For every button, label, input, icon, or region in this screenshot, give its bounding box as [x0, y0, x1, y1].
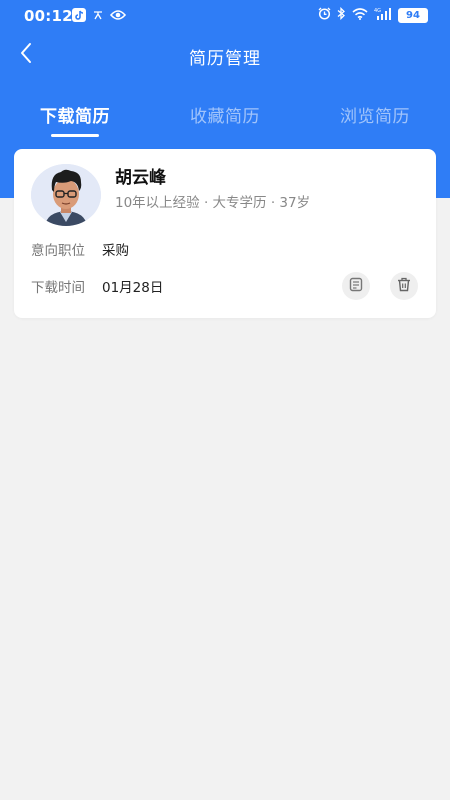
status-bar: 00:12 4G 94 [0, 0, 450, 32]
wifi-icon [352, 7, 368, 24]
status-left-icons [72, 8, 127, 26]
candidate-name: 胡云峰 [115, 168, 166, 188]
tab-bar: 下载简历 收藏简历 浏览简历 [0, 96, 450, 140]
tiktok-icon [72, 8, 86, 26]
alarm-icon [318, 7, 331, 24]
avatar [31, 164, 101, 226]
note-icon [349, 277, 363, 296]
note-button[interactable] [342, 272, 370, 300]
svg-text:4G: 4G [374, 8, 381, 14]
navigation-bar: 简历管理 [0, 32, 450, 78]
intent-position-value: 采购 [102, 243, 129, 259]
tab-label: 下载简历 [40, 107, 110, 127]
page-title: 简历管理 [189, 49, 261, 69]
tab-favorite-resumes[interactable]: 收藏简历 [150, 96, 300, 140]
delete-button[interactable] [390, 272, 418, 300]
download-time-label: 下载时间 [31, 280, 85, 296]
signal-4g-icon: 4G [374, 7, 392, 24]
tab-downloaded-resumes[interactable]: 下载简历 [0, 96, 150, 140]
tab-label: 浏览简历 [340, 107, 410, 127]
chinese-input-icon [92, 9, 104, 25]
resume-card[interactable]: 胡云峰 10年以上经验 · 大专学历 · 37岁 意向职位 采购 下载时间 01… [14, 149, 436, 318]
intent-position-label: 意向职位 [31, 243, 85, 259]
download-time-value: 01月28日 [102, 280, 164, 296]
battery-indicator: 94 [398, 8, 428, 23]
status-right-icons: 4G 94 [318, 6, 428, 24]
status-time: 00:12 [24, 7, 73, 25]
tab-viewed-resumes[interactable]: 浏览简历 [300, 96, 450, 140]
candidate-meta: 10年以上经验 · 大专学历 · 37岁 [115, 195, 311, 211]
tab-label: 收藏简历 [190, 107, 260, 127]
trash-icon [397, 277, 411, 296]
eye-icon [109, 9, 127, 25]
bluetooth-icon [337, 6, 346, 24]
active-tab-indicator [51, 134, 99, 137]
